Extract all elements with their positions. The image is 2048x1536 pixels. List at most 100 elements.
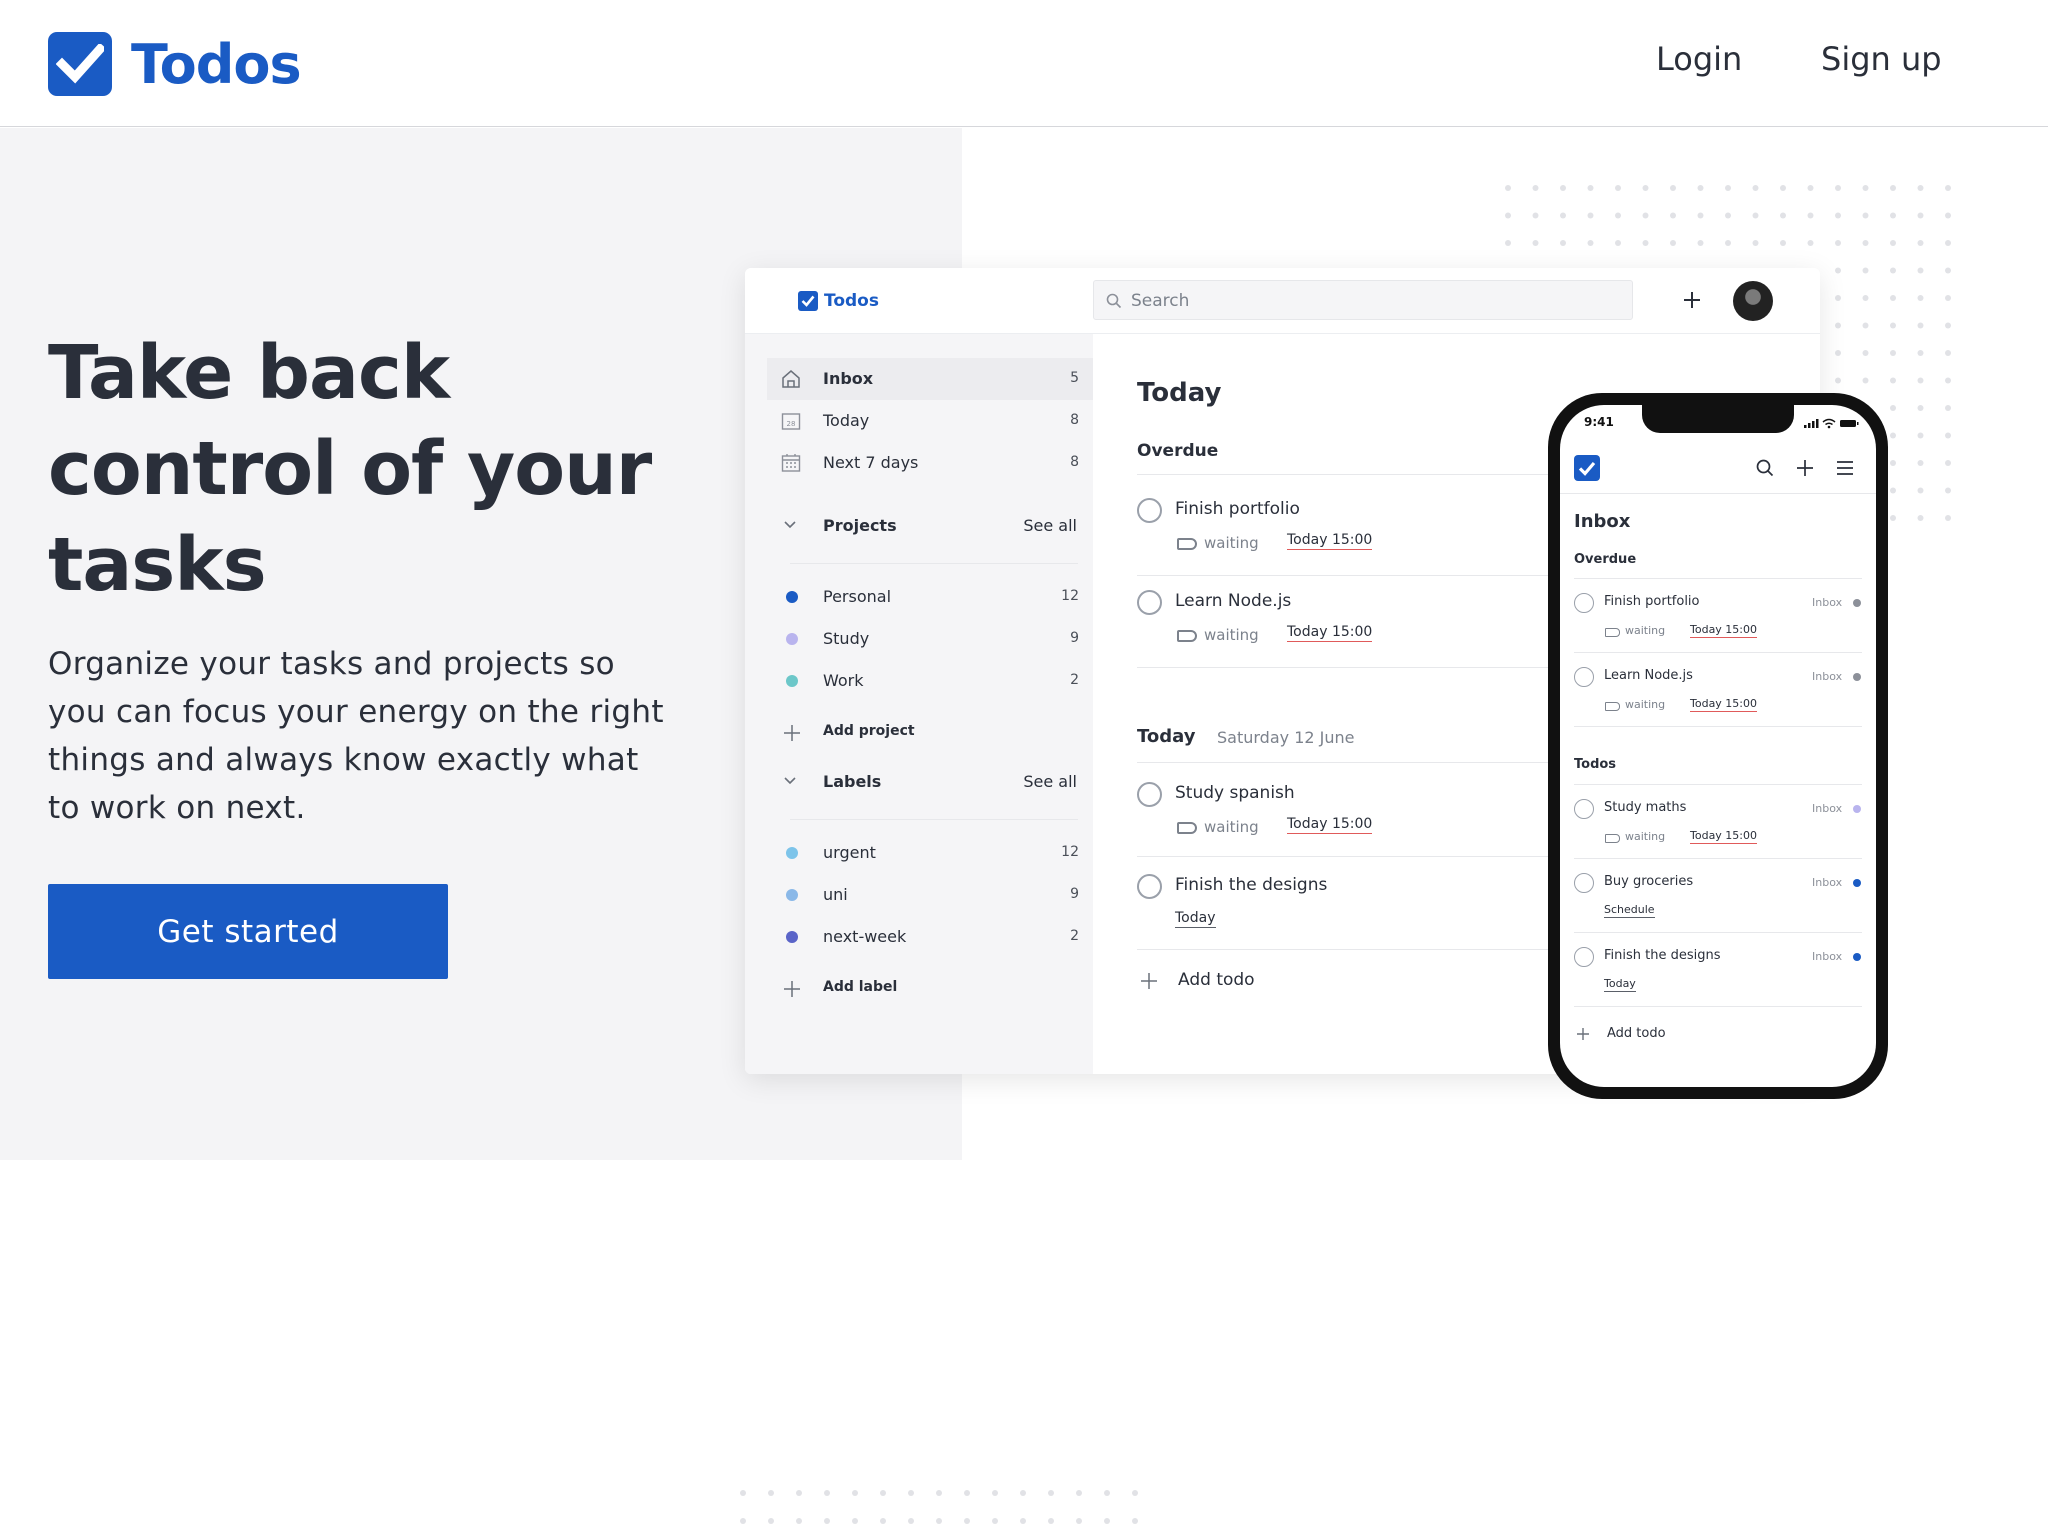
sidebar-item-label: Today: [823, 411, 870, 430]
add-project-label: Add project: [823, 723, 915, 739]
sidebar-item-count: 8: [1070, 412, 1079, 428]
tag-icon: [1177, 822, 1197, 834]
todo-title: Learn Node.js: [1175, 591, 1292, 611]
todo-due-date[interactable]: Today 15:00: [1287, 532, 1373, 550]
divider: [1137, 474, 1557, 475]
labels-section-header[interactable]: Labels See all: [767, 762, 1079, 802]
todo-title: Finish the designs: [1175, 875, 1328, 895]
label-name: uni: [823, 885, 848, 904]
projects-section-header[interactable]: Projects See all: [767, 506, 1079, 546]
menu-icon[interactable]: [1836, 460, 1854, 476]
checkmark-logo-icon[interactable]: [1574, 455, 1600, 481]
app-topbar: Todos Search: [745, 268, 1820, 334]
project-item-personal[interactable]: Personal 12: [767, 576, 1079, 618]
todo-item[interactable]: Finish the designs Today: [1137, 858, 1557, 948]
todo-title: Study spanish: [1175, 783, 1295, 803]
app-brand-name: Todos: [824, 291, 879, 311]
hero-title: Take back control of your tasks: [48, 325, 748, 613]
signup-link[interactable]: Sign up: [1821, 40, 1942, 78]
tag-icon: [1605, 628, 1620, 637]
todo-checkbox[interactable]: [1574, 667, 1594, 687]
label-count: 9: [1070, 886, 1079, 902]
todo-checkbox[interactable]: [1574, 593, 1594, 613]
phone-todo-item[interactable]: Learn Node.js Inbox waiting Today 15:00: [1574, 653, 1862, 727]
todo-checkbox[interactable]: [1574, 873, 1594, 893]
todo-checkbox[interactable]: [1137, 782, 1162, 807]
todo-checkbox[interactable]: [1574, 799, 1594, 819]
todo-item[interactable]: Finish portfolio waiting Today 15:00: [1137, 484, 1557, 574]
label-count: 12: [1061, 844, 1079, 860]
site-header: Todos Login Sign up: [0, 0, 2048, 127]
label-color-dot: [786, 847, 798, 859]
search-icon[interactable]: [1756, 459, 1774, 477]
phone-todo-item[interactable]: Study maths Inbox waiting Today 15:00: [1574, 785, 1862, 859]
todo-checkbox[interactable]: [1574, 947, 1594, 967]
search-placeholder: Search: [1131, 291, 1190, 311]
phone-todo-item[interactable]: Buy groceries Inbox Schedule: [1574, 859, 1862, 933]
labels-see-all-link[interactable]: See all: [1023, 772, 1077, 791]
todo-due-date[interactable]: Today 15:00: [1690, 697, 1758, 712]
label-item-urgent[interactable]: urgent 12: [767, 832, 1079, 874]
phone-todo-item[interactable]: Finish the designs Inbox Today: [1574, 933, 1862, 1007]
todo-checkbox[interactable]: [1137, 590, 1162, 615]
calendar-day-icon: 28: [781, 413, 801, 430]
checkmark-logo-icon: [48, 32, 112, 96]
todo-due-date[interactable]: Today 15:00: [1690, 829, 1758, 844]
label-color-dot: [786, 931, 798, 943]
label-item-next-week[interactable]: next-week 2: [767, 916, 1079, 958]
add-project-button[interactable]: Add project: [767, 712, 1079, 752]
divider: [1137, 949, 1557, 950]
add-todo-button[interactable]: Add todo: [1137, 960, 1337, 1000]
todo-due-date[interactable]: Schedule: [1604, 903, 1655, 918]
todo-project: Inbox: [1812, 596, 1843, 609]
project-color-dot: [1853, 599, 1861, 607]
login-link[interactable]: Login: [1656, 40, 1742, 78]
brand-logo[interactable]: Todos: [48, 32, 302, 96]
todo-due-date[interactable]: Today 15:00: [1287, 816, 1373, 834]
todo-project: Inbox: [1812, 876, 1843, 889]
app-logo[interactable]: Todos: [798, 291, 879, 311]
todo-checkbox[interactable]: [1137, 498, 1162, 523]
label-item-uni[interactable]: uni 9: [767, 874, 1079, 916]
todo-project: Inbox: [1812, 802, 1843, 815]
hero-subtitle-line: Organize your tasks and projects so: [48, 646, 615, 682]
get-started-button[interactable]: Get started: [48, 884, 448, 979]
projects-see-all-link[interactable]: See all: [1023, 516, 1077, 535]
todo-due-date[interactable]: Today: [1175, 910, 1216, 928]
project-item-study[interactable]: Study 9: [767, 618, 1079, 660]
hero-title-line: Take back: [48, 330, 450, 416]
todo-due-date[interactable]: Today: [1604, 977, 1636, 992]
sidebar-item-count: 5: [1070, 370, 1079, 386]
sidebar-item-inbox[interactable]: Inbox 5: [767, 358, 1079, 400]
todo-item[interactable]: Study spanish waiting Today 15:00: [1137, 764, 1557, 854]
add-icon[interactable]: [1796, 459, 1814, 477]
add-icon[interactable]: [1682, 290, 1702, 310]
project-count: 9: [1070, 630, 1079, 646]
sidebar-item-next-7-days[interactable]: Next 7 days 8: [767, 442, 1079, 484]
projects-heading: Projects: [823, 516, 897, 535]
sidebar-item-today[interactable]: 28 Today 8: [767, 400, 1079, 442]
search-input[interactable]: Search: [1093, 280, 1633, 320]
project-color-dot: [1853, 953, 1861, 961]
calendar-icon: [781, 454, 801, 472]
todo-item[interactable]: Learn Node.js waiting Today 15:00: [1137, 576, 1557, 666]
divider: [1574, 1006, 1862, 1007]
divider: [1137, 667, 1557, 668]
hero-subtitle-line: you can focus your energy on the right: [48, 694, 664, 730]
todo-checkbox[interactable]: [1137, 874, 1162, 899]
project-item-work[interactable]: Work 2: [767, 660, 1079, 702]
plus-icon: [784, 725, 800, 741]
avatar[interactable]: [1733, 281, 1773, 321]
add-label-button[interactable]: Add label: [767, 968, 1079, 1008]
project-count: 2: [1070, 672, 1079, 688]
phone-overdue-heading: Overdue: [1574, 552, 1637, 567]
hero-title-line: control of your: [48, 426, 652, 512]
todo-due-date[interactable]: Today 15:00: [1287, 624, 1373, 642]
todo-due-date[interactable]: Today 15:00: [1690, 623, 1758, 638]
phone-todo-item[interactable]: Finish portfolio Inbox waiting Today 15:…: [1574, 579, 1862, 653]
project-color-dot: [1853, 805, 1861, 813]
plus-icon: [1141, 973, 1157, 989]
phone-add-todo-button[interactable]: Add todo: [1574, 1017, 1734, 1051]
phone-todos-heading: Todos: [1574, 757, 1617, 772]
divider: [1137, 856, 1557, 857]
